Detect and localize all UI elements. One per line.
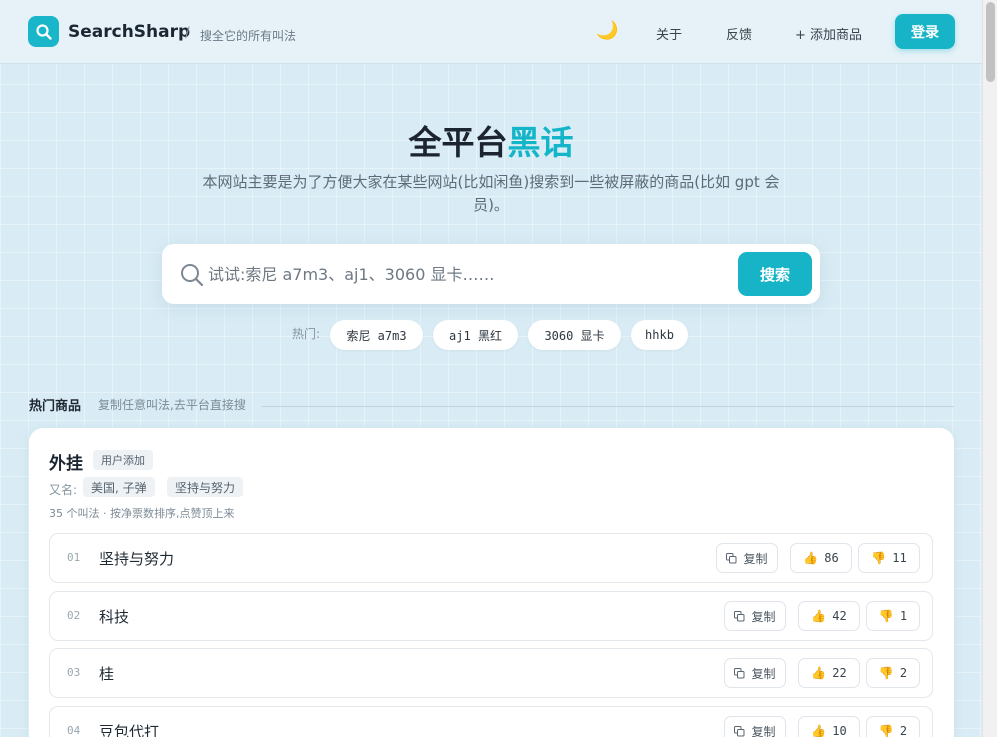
search-icon — [181, 264, 204, 287]
copy-icon — [726, 552, 737, 563]
copy-button[interactable]: 复制 — [724, 716, 786, 737]
upvote-count: 22 — [832, 666, 847, 680]
downvote-count: 1 — [899, 609, 908, 623]
hero-description: 本网站主要是为了方便大家在某些网站(比如闲鱼)搜索到一些被屏蔽的商品(比如 gp… — [202, 173, 780, 214]
product-title: 外挂 — [49, 454, 83, 474]
hot-tag[interactable]: aj1 黑红 — [433, 320, 518, 350]
hot-tag[interactable]: hhkb — [631, 320, 688, 350]
hot-tag[interactable]: 3060 显卡 — [528, 320, 621, 350]
product-card: 外挂 用户添加 又名: 美国, 子弹 坚持与努力 35 个叫法 · 按净票数排序… — [29, 428, 954, 737]
logo[interactable] — [28, 16, 59, 47]
downvote-button[interactable]: 👎 2 — [866, 658, 920, 688]
row-text[interactable]: 科技 — [99, 606, 129, 627]
upvote-button[interactable]: 👍 22 — [798, 658, 860, 688]
thumbs-down-icon: 👎 — [878, 666, 894, 680]
alias-tag[interactable]: 美国, 子弹 — [83, 477, 155, 497]
copy-icon — [734, 667, 745, 678]
hero-title-accent: 黑话 — [507, 123, 574, 162]
row-text[interactable]: 豆包代打 — [99, 721, 159, 737]
thumbs-down-icon: 👎 — [871, 551, 887, 565]
copy-label: 复制 — [751, 609, 776, 624]
thumbs-down-icon: 👎 — [878, 609, 894, 623]
copy-button[interactable]: 复制 — [716, 543, 778, 573]
downvote-count: 11 — [892, 551, 907, 565]
downvote-button[interactable]: 👎 1 — [866, 601, 920, 631]
upvote-button[interactable]: 👍 42 — [798, 601, 860, 631]
brand-tagline: 搜全它的所有叫法 — [200, 29, 297, 43]
login-button[interactable]: 登录 — [895, 14, 955, 49]
downvote-button[interactable]: 👎 11 — [858, 543, 920, 573]
search-icon — [35, 23, 52, 40]
row-number: 02 — [67, 609, 81, 622]
downvote-count: 2 — [899, 666, 908, 680]
section-divider — [262, 406, 954, 407]
brand-separator: / — [185, 25, 190, 41]
copy-label: 复制 — [743, 551, 768, 566]
hero-title-main: 全平台 — [408, 123, 508, 162]
section-subtitle: 复制任意叫法,去平台直接搜 — [98, 398, 246, 412]
thumbs-up-icon: 👍 — [803, 551, 819, 565]
search-box: 搜索 — [162, 244, 820, 304]
user-added-badge: 用户添加 — [93, 450, 153, 470]
thumbs-down-icon: 👎 — [878, 724, 894, 737]
copy-button[interactable]: 复制 — [724, 658, 786, 688]
page-scrollbar[interactable] — [982, 0, 997, 737]
section-title: 热门商品 — [29, 399, 82, 414]
downvote-button[interactable]: 👎 2 — [866, 716, 920, 737]
copy-label: 复制 — [751, 666, 776, 681]
row-text[interactable]: 桂 — [99, 663, 114, 684]
top-header: SearchSharp / 搜全它的所有叫法 🌙 关于 反馈 + 添加商品 登录 — [0, 0, 982, 64]
copy-label: 复制 — [751, 724, 776, 737]
upvote-button[interactable]: 👍 10 — [798, 716, 860, 737]
hero-title: 全平台黑话 — [0, 116, 982, 164]
thumbs-up-icon: 👍 — [811, 609, 827, 623]
upvote-count: 42 — [832, 609, 847, 623]
alias-tag[interactable]: 坚持与努力 — [167, 477, 244, 497]
nav-feedback-link[interactable]: 反馈 — [726, 24, 752, 43]
scrollbar-thumb[interactable] — [986, 2, 995, 82]
card-meta: 35 个叫法 · 按净票数排序,点赞顶上来 — [49, 507, 235, 520]
table-row: 03 桂 复制 👍 22 👎 2 — [49, 648, 933, 698]
hot-tag[interactable]: 索尼 a7m3 — [330, 320, 423, 350]
thumbs-up-icon: 👍 — [811, 666, 827, 680]
downvote-count: 2 — [899, 724, 908, 737]
nav-about-link[interactable]: 关于 — [656, 24, 682, 43]
row-text[interactable]: 坚持与努力 — [99, 548, 174, 569]
upvote-count: 10 — [832, 724, 847, 737]
row-number: 01 — [67, 551, 81, 564]
upvote-button[interactable]: 👍 86 — [790, 543, 852, 573]
search-input[interactable] — [208, 260, 728, 288]
table-row: 04 豆包代打 复制 👍 10 👎 2 — [49, 706, 933, 737]
copy-icon — [734, 725, 745, 736]
upvote-count: 86 — [824, 551, 839, 565]
search-button[interactable]: 搜索 — [738, 252, 812, 296]
row-number: 03 — [67, 666, 81, 679]
moon-icon[interactable]: 🌙 — [596, 20, 618, 41]
hot-label: 热门: — [292, 327, 321, 341]
brand-name[interactable]: SearchSharp — [68, 22, 190, 42]
row-number: 04 — [67, 724, 81, 737]
copy-button[interactable]: 复制 — [724, 601, 786, 631]
nav-add-product-link[interactable]: + 添加商品 — [795, 24, 862, 43]
alias-label: 又名: — [49, 483, 78, 497]
table-row: 02 科技 复制 👍 42 👎 1 — [49, 591, 933, 641]
table-row: 01 坚持与努力 复制 👍 86 👎 11 — [49, 533, 933, 583]
copy-icon — [734, 610, 745, 621]
thumbs-up-icon: 👍 — [811, 724, 827, 737]
